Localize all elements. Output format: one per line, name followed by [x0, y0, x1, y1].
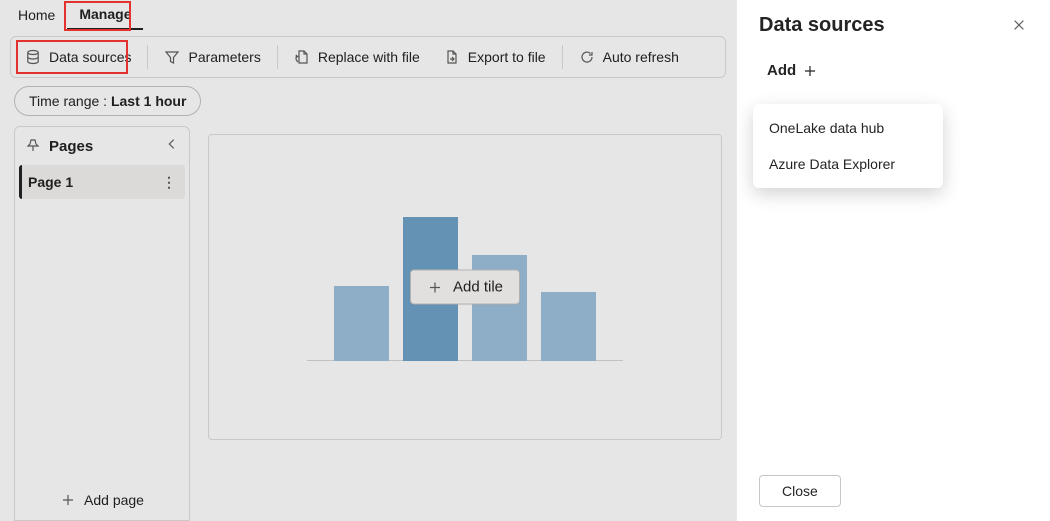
page-label: Page 1 — [28, 174, 73, 190]
database-icon — [25, 49, 41, 65]
export-to-file-button[interactable]: Export to file — [434, 43, 556, 71]
add-page-button[interactable]: Add page — [15, 480, 189, 520]
page-item[interactable]: Page 1 ⋮ — [19, 165, 185, 199]
toolbar-label: Replace with file — [318, 49, 420, 65]
add-data-source-button[interactable]: Add — [759, 57, 1030, 89]
add-label: Add — [767, 62, 796, 79]
menu-item-onelake[interactable]: OneLake data hub — [753, 110, 943, 146]
tab-manage[interactable]: Manage — [67, 0, 143, 30]
add-data-source-menu: OneLake data hub Azure Data Explorer — [753, 104, 943, 188]
plus-icon — [802, 63, 818, 79]
menu-item-adx[interactable]: Azure Data Explorer — [753, 146, 943, 182]
replace-file-icon — [294, 49, 310, 65]
plus-icon — [60, 492, 76, 508]
replace-with-file-button[interactable]: Replace with file — [284, 43, 430, 71]
chart-bar — [334, 286, 389, 361]
add-tile-label: Add tile — [453, 279, 503, 296]
plus-icon — [427, 279, 443, 295]
manage-toolbar: Data sources Parameters Replace with fil… — [10, 36, 726, 78]
parameters-button[interactable]: Parameters — [154, 43, 270, 71]
pin-icon — [25, 138, 41, 154]
refresh-icon — [579, 49, 595, 65]
auto-refresh-button[interactable]: Auto refresh — [569, 43, 689, 71]
toolbar-label: Auto refresh — [603, 49, 679, 65]
toolbar-label: Data sources — [49, 49, 131, 65]
add-tile-button[interactable]: Add tile — [410, 270, 520, 305]
toolbar-label: Export to file — [468, 49, 546, 65]
dashboard-canvas: Add tile — [208, 134, 722, 440]
toolbar-label: Parameters — [188, 49, 260, 65]
collapse-sidebar-button[interactable] — [165, 137, 179, 155]
toolbar-separator — [562, 45, 563, 69]
export-file-icon — [444, 49, 460, 65]
data-sources-panel: Data sources Add OneLake data hub Azure … — [736, 0, 1050, 521]
sidebar-title: Pages — [49, 138, 93, 155]
pages-sidebar: Pages Page 1 ⋮ Add page — [14, 126, 190, 521]
toolbar-separator — [147, 45, 148, 69]
close-button[interactable]: Close — [759, 475, 841, 507]
page-more-button[interactable]: ⋮ — [162, 174, 177, 191]
tab-home[interactable]: Home — [6, 0, 67, 30]
time-range-label: Time range : — [29, 93, 107, 109]
toolbar-separator — [277, 45, 278, 69]
data-sources-button[interactable]: Data sources — [15, 43, 141, 71]
time-range-selector[interactable]: Time range : Last 1 hour — [14, 86, 201, 116]
filter-icon — [164, 49, 180, 65]
add-page-label: Add page — [84, 492, 144, 508]
close-panel-button[interactable] — [1008, 14, 1030, 39]
time-range-value: Last 1 hour — [111, 93, 186, 109]
chart-bar — [541, 292, 596, 361]
top-tabs: Home Manage — [0, 0, 736, 30]
panel-title: Data sources — [759, 14, 885, 37]
